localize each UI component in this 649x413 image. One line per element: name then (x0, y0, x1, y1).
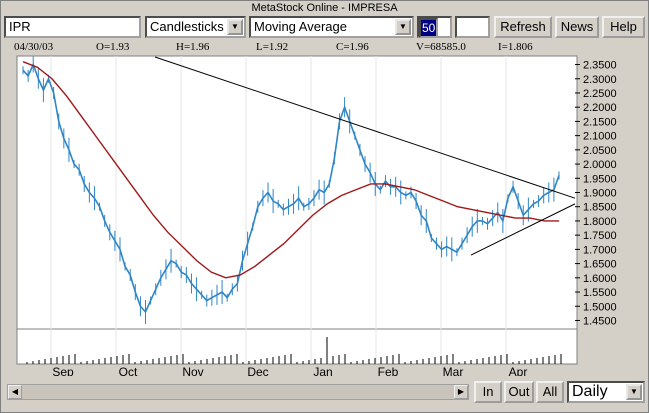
indicator-select[interactable]: Moving Average ▼ (249, 16, 414, 38)
info-open: O=1.93 (96, 41, 130, 53)
y-tick-label: 2.2000 (583, 102, 617, 114)
period-value: 50 (419, 18, 439, 38)
info-low: L=1.92 (256, 41, 289, 53)
interval-select[interactable]: Daily ▼ (567, 381, 645, 403)
y-tick-label: 2.1500 (583, 116, 617, 128)
info-close: C=1.96 (336, 41, 369, 53)
y-tick-label: 1.9500 (583, 173, 617, 185)
x-tick-label: Oct (119, 365, 138, 376)
zoom-all-button[interactable]: All (536, 381, 564, 403)
chevron-down-icon[interactable]: ▼ (395, 19, 411, 35)
y-tick-label: 1.9000 (583, 188, 617, 200)
arrow-right-icon[interactable]: ▶ (454, 385, 468, 399)
chart-style-select[interactable]: Candlesticks ▼ (145, 16, 246, 38)
zoom-out-button[interactable]: Out (504, 381, 534, 403)
refresh-button[interactable]: Refresh (494, 16, 552, 38)
volume-panel (16, 328, 578, 365)
y-tick-label: 2.0000 (583, 159, 617, 171)
x-tick-label: Feb (378, 365, 399, 376)
y-tick-label: 2.3000 (583, 74, 617, 86)
info-date: 04/30/03 (14, 41, 54, 53)
info-high: H=1.96 (176, 41, 210, 53)
x-tick-label: Nov (182, 365, 203, 376)
y-tick-label: 1.5000 (583, 301, 617, 313)
y-tick-label: 1.4500 (583, 315, 617, 327)
y-tick-label: 2.1000 (583, 131, 617, 143)
x-tick-label: Apr (509, 365, 528, 376)
y-tick-label: 1.6000 (583, 273, 617, 285)
y-tick-label: 1.6500 (583, 259, 617, 271)
extra-input[interactable] (455, 16, 490, 38)
bottom-bar: ◀ ▶ In Out All Daily ▼ (1, 380, 648, 404)
y-tick-label: 1.7000 (583, 244, 617, 256)
y-tick-label: 1.8000 (583, 216, 617, 228)
y-tick-label: 1.5500 (583, 287, 617, 299)
interval-value: Daily (572, 383, 608, 400)
window-title: MetaStock Online - IMPRESA (251, 2, 398, 14)
info-volume: V=68585.0 (416, 41, 466, 53)
price-chart[interactable]: 2.3500 2.3000 2.2500 2.2000 2.1500 2.1000 2.05… (15, 54, 647, 376)
x-tick-label: Jan (313, 365, 332, 376)
metastock-window: MetaStock Online - IMPRESA IPR Candlesti… (0, 0, 649, 413)
y-tick-label: 1.7500 (583, 230, 617, 242)
y-tick-label: 2.3500 (583, 60, 617, 72)
info-indicator: I=1.806 (498, 41, 533, 53)
news-button[interactable]: News (555, 16, 599, 38)
y-tick-label: 2.0500 (583, 145, 617, 157)
y-tick-label: 1.8500 (583, 202, 617, 214)
horizontal-scrollbar[interactable]: ◀ ▶ (7, 384, 469, 400)
x-tick-label: Sep (52, 365, 74, 376)
period-input[interactable]: 50 (417, 16, 452, 38)
chevron-down-icon[interactable]: ▼ (227, 19, 243, 35)
x-tick-label: Dec (247, 365, 268, 376)
arrow-left-icon[interactable]: ◀ (8, 385, 22, 399)
x-tick-label: Mar (443, 365, 464, 376)
chart-style-value: Candlesticks (150, 19, 224, 34)
symbol-input[interactable]: IPR (4, 16, 141, 38)
indicator-value: Moving Average (254, 19, 347, 34)
chevron-down-icon[interactable]: ▼ (626, 384, 642, 400)
help-button[interactable]: Help (602, 16, 645, 38)
zoom-in-button[interactable]: In (474, 381, 502, 403)
price-panel (16, 55, 578, 330)
y-tick-label: 2.2500 (583, 88, 617, 100)
